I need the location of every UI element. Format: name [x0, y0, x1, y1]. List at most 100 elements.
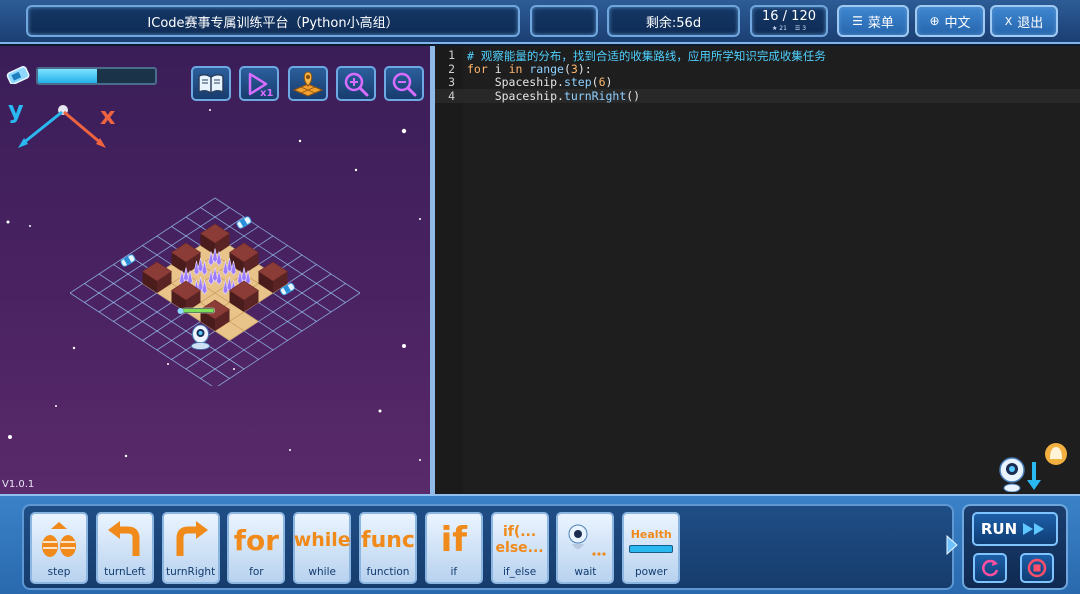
- run-button[interactable]: RUN: [972, 512, 1058, 546]
- level-progress: 16 / 120 ★ 21 ☰ 3: [750, 5, 828, 37]
- block-turnRight[interactable]: turnRight: [161, 512, 220, 584]
- block-palette: step turnLeft turnRight for for while while fun…: [22, 504, 954, 590]
- block-icon-text: for: [233, 523, 279, 557]
- line-gutter: [435, 46, 463, 494]
- speed-x1-icon: x1: [248, 72, 273, 97]
- while-block-icon: while: [294, 518, 351, 562]
- energy-bar-fill: [38, 69, 97, 83]
- zoom-out-button[interactable]: [384, 66, 424, 101]
- axis-y-label: y: [8, 96, 24, 124]
- block-label: if: [450, 566, 458, 578]
- block-step[interactable]: step: [30, 512, 88, 584]
- stop-button[interactable]: [1020, 553, 1054, 583]
- line-code: for i in range(3):: [467, 62, 592, 76]
- axis-x-label: x: [100, 102, 116, 130]
- code-line[interactable]: 2 for i in range(3):: [435, 62, 1080, 76]
- if-block-icon: if: [427, 518, 481, 562]
- block-for[interactable]: for for: [227, 512, 286, 584]
- blank-slot: [530, 5, 598, 37]
- block-label: if_else: [503, 566, 537, 578]
- code-token: 3: [570, 61, 578, 76]
- code-line[interactable]: 1 # 观察能量的分布，找到合适的收集路线，应用所学知识完成收集任务: [435, 48, 1080, 63]
- code-editor[interactable]: 1 # 观察能量的分布，找到合适的收集路线，应用所学知识完成收集任务 2 for i …: [435, 46, 1080, 494]
- zoom-out-icon: [392, 72, 417, 96]
- svg-text:x1: x1: [260, 88, 273, 97]
- line-code: Spaceship.turnRight(): [467, 89, 640, 103]
- power-block-icon: Health: [624, 518, 678, 562]
- code-token: (: [563, 61, 571, 76]
- block-label: while: [308, 566, 336, 578]
- refresh-icon: [982, 559, 999, 577]
- language-label: 中文: [944, 15, 971, 31]
- line-number: 2: [448, 61, 455, 76]
- code-line[interactable]: 3 Spaceship.step(6): [435, 75, 1080, 89]
- step-block-icon: [32, 518, 86, 562]
- exit-icon: X: [1004, 14, 1013, 28]
- block-wait[interactable]: wait: [556, 512, 615, 584]
- stop-icon: [1027, 558, 1047, 578]
- language-button[interactable]: ⊕ 中文: [915, 5, 985, 37]
- code-token: turnRight: [563, 88, 627, 103]
- code-token: for: [467, 61, 488, 76]
- line-number: 1: [448, 48, 455, 62]
- block-if_else[interactable]: if(... else... if_else: [490, 512, 549, 584]
- block-label: function: [366, 566, 410, 578]
- run-label: RUN: [980, 520, 1018, 538]
- time-remaining: 剩余:56d: [607, 5, 740, 37]
- turnleft-block-icon: [98, 518, 152, 562]
- book-icon: [198, 73, 224, 94]
- block-label: power: [634, 566, 668, 578]
- block-turnLeft[interactable]: turnLeft: [95, 512, 154, 584]
- fast-forward-icon: [1023, 523, 1045, 535]
- exit-button[interactable]: X 退出: [990, 5, 1058, 37]
- code-token: ):: [577, 61, 592, 76]
- block-label: step: [47, 566, 71, 578]
- block-icon-text: if(... else...: [495, 523, 544, 556]
- map-button[interactable]: [288, 66, 328, 101]
- block-icon-text: if: [440, 520, 468, 560]
- code-token: i: [487, 61, 509, 76]
- reset-button[interactable]: [973, 553, 1007, 583]
- menu-label: 菜单: [867, 15, 894, 31]
- block-icon-text: func: [361, 527, 415, 553]
- bottom-toolbar: step turnLeft turnRight for for while while fun…: [0, 494, 1080, 594]
- battery-pickup-icon: [236, 216, 252, 229]
- game-stage[interactable]: x1 y x V1.0.1: [0, 46, 430, 494]
- code-line[interactable]: 4 Spaceship.turnRight(): [435, 88, 1080, 103]
- code-token: (): [626, 88, 641, 103]
- block-label: wait: [574, 566, 597, 578]
- block-function[interactable]: func function: [359, 512, 417, 584]
- block-power[interactable]: Health power: [622, 512, 681, 584]
- line-number: 4: [448, 88, 455, 103]
- scroll-right-icon[interactable]: [945, 534, 959, 556]
- exit-label: 退出: [1017, 15, 1044, 31]
- globe-icon: ⊕: [929, 14, 940, 28]
- run-panel: RUN: [962, 504, 1068, 590]
- page-title: ICode赛事专属训练平台（Python小高组）: [26, 5, 520, 37]
- health-bar-icon: [629, 544, 674, 553]
- menu-icon: ☰: [852, 14, 863, 28]
- block-label: turnLeft: [104, 566, 146, 578]
- line-number: 3: [448, 75, 455, 89]
- menu-button[interactable]: ☰ 菜单: [837, 5, 909, 37]
- energy-bar: [36, 67, 157, 85]
- code-token: 6: [598, 75, 606, 89]
- block-if[interactable]: if if: [424, 512, 483, 584]
- guide-book-button[interactable]: [191, 66, 231, 101]
- battery-pickup-icon: [120, 254, 136, 267]
- battery-icon: [6, 66, 30, 84]
- zoom-in-button[interactable]: [336, 66, 376, 101]
- block-label: turnRight: [165, 566, 216, 578]
- for-block-icon: for: [229, 518, 283, 562]
- code-token: range: [529, 61, 564, 76]
- wait-block-icon: [558, 518, 612, 562]
- stat-b: ☰ 3: [794, 25, 807, 32]
- speed-button[interactable]: x1: [239, 66, 279, 101]
- function-block-icon: func: [361, 518, 415, 562]
- map-icon: [292, 70, 324, 97]
- line-code: Spaceship.step(6): [467, 75, 613, 89]
- game-board: [70, 197, 360, 386]
- block-while[interactable]: while while: [293, 512, 352, 584]
- code-token: (: [591, 75, 599, 89]
- code-token: in: [508, 61, 523, 76]
